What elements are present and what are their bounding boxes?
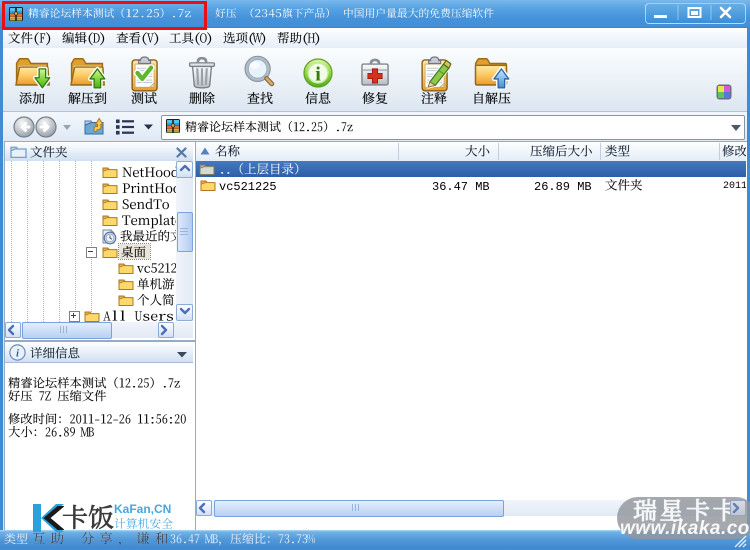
- svg-text:i: i: [315, 64, 321, 86]
